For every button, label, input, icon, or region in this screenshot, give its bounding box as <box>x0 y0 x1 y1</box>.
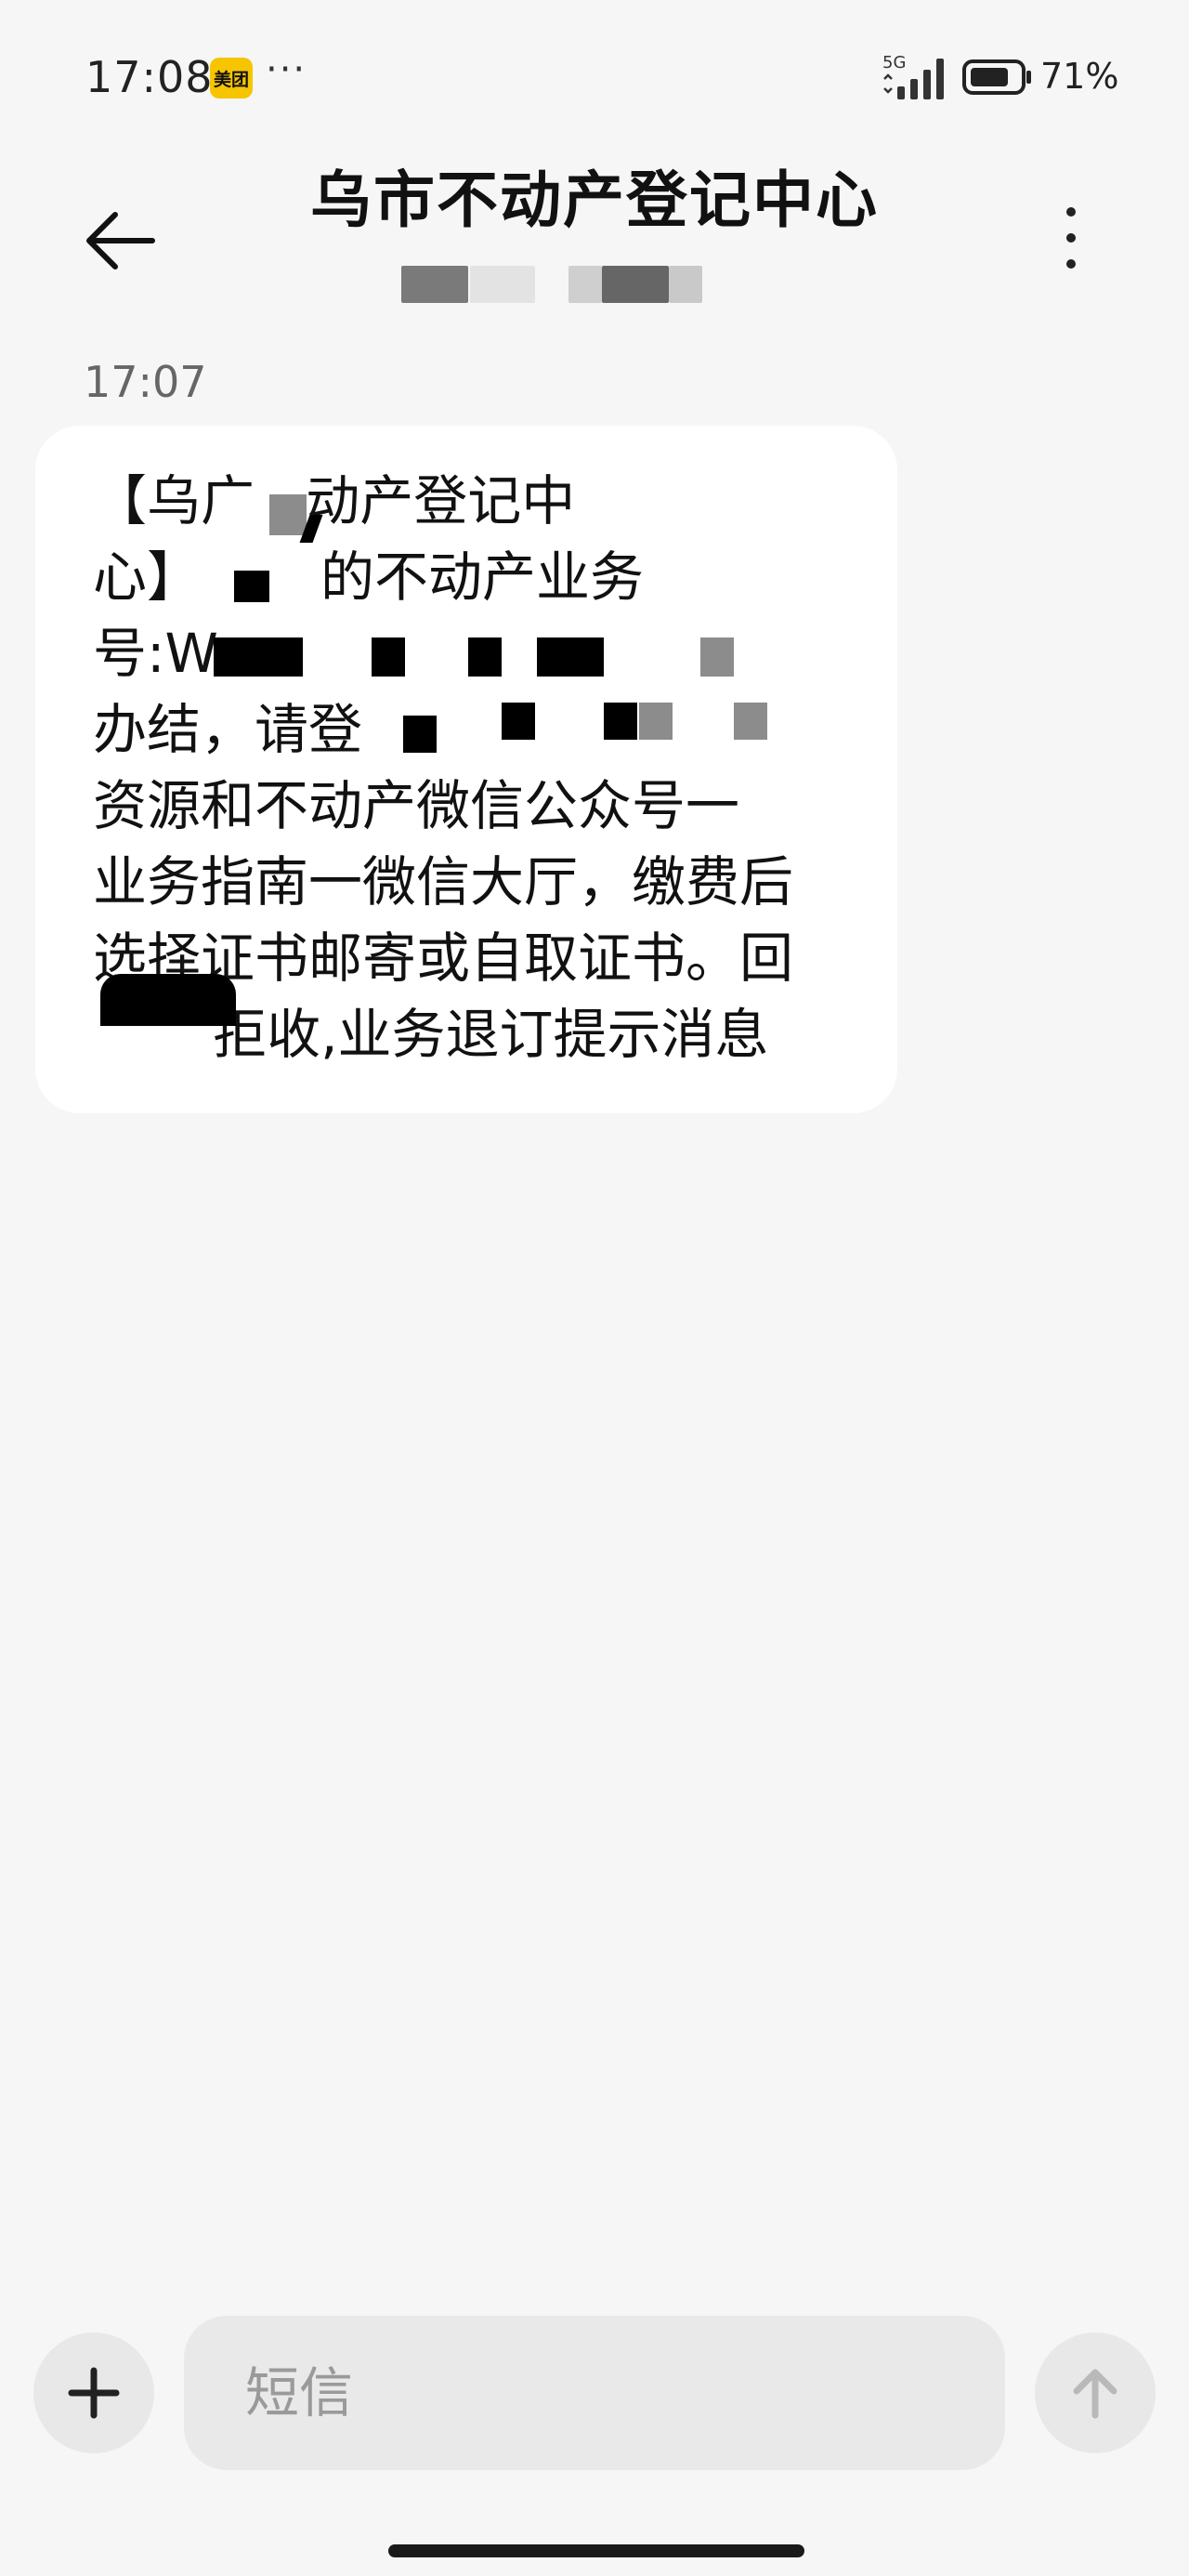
redaction-mark <box>734 703 767 740</box>
redacted-number-block <box>669 266 702 303</box>
redaction-mark <box>214 637 303 677</box>
redaction-mark <box>403 716 437 753</box>
redaction-mark <box>639 703 673 740</box>
redaction-mark <box>234 571 269 602</box>
redaction-mark <box>372 637 405 677</box>
redacted-number-block <box>568 266 602 303</box>
home-indicator[interactable] <box>388 2544 804 2557</box>
network-type: 5G <box>882 53 906 72</box>
plus-icon <box>68 2367 120 2419</box>
redaction-mark <box>502 703 535 740</box>
redacted-number-block <box>602 266 669 303</box>
more-options-icon[interactable] <box>1048 191 1094 284</box>
signal-5g-icon: 5G <box>882 53 944 99</box>
more-notifications-icon: ··· <box>266 48 307 91</box>
message-timestamp: 17:07 <box>84 357 207 407</box>
add-attachment-button[interactable] <box>33 2333 154 2453</box>
redaction-mark <box>100 974 236 1026</box>
battery-icon <box>962 59 1031 95</box>
received-message-bubble[interactable]: 【乌广 动产登记中 心】 的不动产业务 号:W 办结，请登 资源和不动产微信公众号一 业务… <box>35 426 897 1113</box>
battery-percentage: 71% <box>1040 56 1119 97</box>
redaction-mark <box>604 703 637 740</box>
redacted-number-block <box>401 266 468 303</box>
message-line: 资源和不动产微信公众号一 <box>93 774 740 837</box>
message-line: 【乌广 动产登记中 <box>93 469 576 532</box>
status-bar: 17:08 美团 ··· 5G 71% <box>0 0 1189 158</box>
status-time: 17:08 <box>85 52 214 102</box>
meituan-notification-icon: 美团 <box>210 58 253 99</box>
message-line: 业务指南一微信大厅，缴费后 <box>93 850 794 913</box>
redaction-mark <box>269 494 307 535</box>
contact-name: 乌市不动产登记中心 <box>310 164 879 236</box>
conversation-header: 乌市不动产登记中心 <box>0 139 1189 316</box>
sms-input[interactable] <box>184 2316 1005 2470</box>
send-button[interactable] <box>1035 2333 1156 2453</box>
redaction-mark <box>468 637 502 677</box>
redacted-number-block <box>470 266 535 303</box>
redaction-mark <box>537 637 604 677</box>
message-line: 心】 的不动产业务 <box>93 545 645 609</box>
redaction-mark <box>700 637 734 677</box>
arrow-up-icon <box>1073 2369 1117 2419</box>
message-composer <box>0 2295 1189 2481</box>
